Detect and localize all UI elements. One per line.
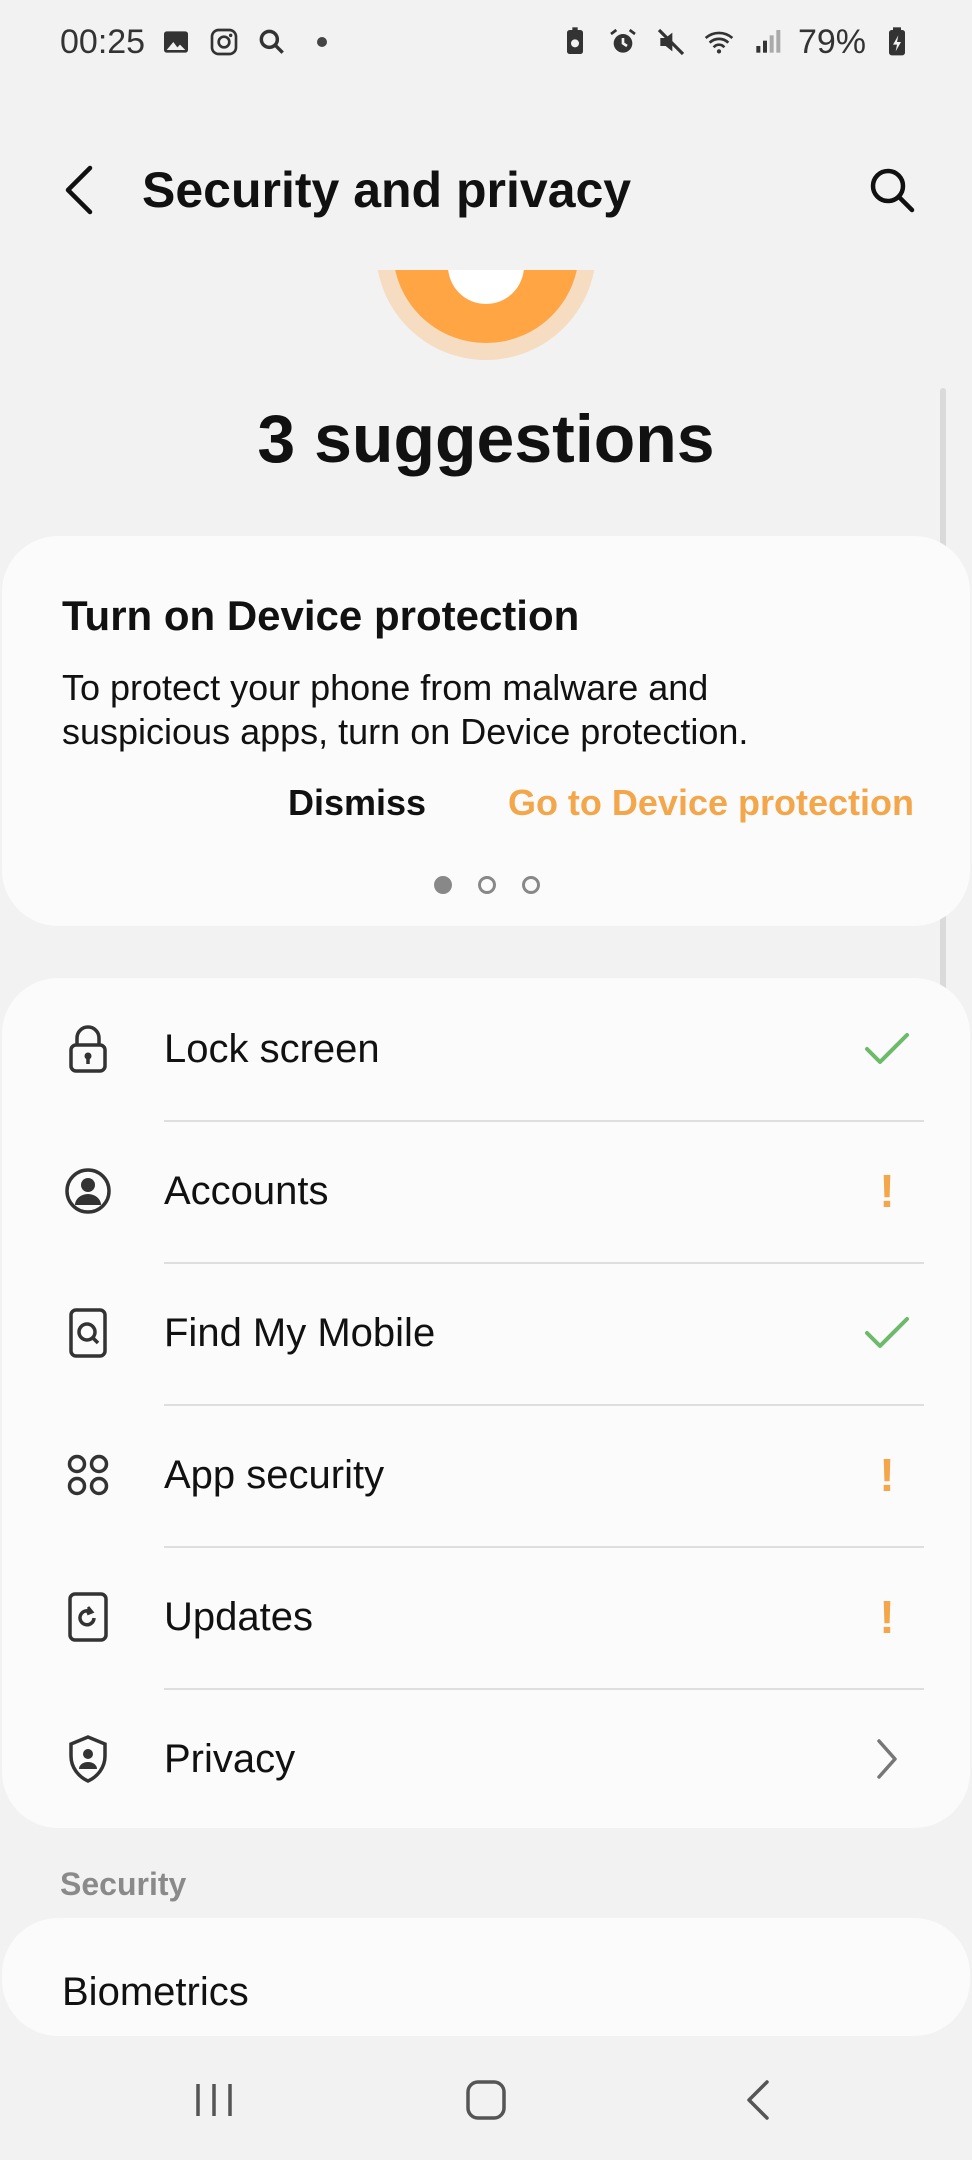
notification-dot (317, 37, 328, 47)
recent-apps-button[interactable] (174, 2070, 254, 2130)
update-icon (62, 1591, 114, 1643)
list-item-label: Updates (164, 1594, 313, 1639)
privacy-shield-icon (62, 1733, 114, 1785)
dismiss-button[interactable]: Dismiss (288, 782, 426, 824)
back-icon (747, 2080, 769, 2120)
home-icon (466, 2080, 506, 2120)
back-arrow-icon (65, 165, 93, 215)
list-item-app-security[interactable]: App security ! (2, 1404, 970, 1546)
status-left: 00:25 (60, 22, 328, 62)
back-button[interactable] (52, 162, 108, 218)
suggestion-pager[interactable] (434, 876, 540, 894)
search-button[interactable] (862, 160, 922, 220)
chevron-right-icon (862, 1734, 912, 1784)
nav-back-button[interactable] (718, 2070, 798, 2130)
lock-icon (62, 1023, 114, 1075)
list-item-find-my-mobile[interactable]: Find My Mobile (2, 1262, 970, 1404)
security-list-card: Lock screen Accounts ! Find My Mobile Ap… (2, 978, 970, 1828)
pager-dot-1[interactable] (434, 876, 452, 894)
list-item-label: App security (164, 1452, 385, 1497)
shield-status-graphic (376, 270, 596, 360)
navigation-bar (0, 2040, 972, 2160)
instagram-icon (207, 25, 241, 59)
pager-dot-2[interactable] (478, 876, 496, 894)
list-item-accounts[interactable]: Accounts ! (2, 1120, 970, 1262)
list-item-biometrics[interactable]: Biometrics (2, 1918, 970, 2036)
find-mobile-icon (62, 1307, 114, 1359)
list-item-privacy[interactable]: Privacy (2, 1688, 970, 1830)
list-item-label: Biometrics (62, 1970, 249, 2014)
wifi-icon (702, 25, 736, 59)
status-bar: 00:25 79% (0, 0, 972, 84)
gallery-icon (159, 25, 193, 59)
account-icon (62, 1165, 114, 1217)
battery-saver-icon (558, 25, 592, 59)
pager-dot-3[interactable] (522, 876, 540, 894)
list-item-lock-screen[interactable]: Lock screen (2, 978, 970, 1120)
check-icon (862, 1024, 912, 1074)
status-time: 00:25 (60, 22, 146, 61)
check-icon (862, 1308, 912, 1358)
search-icon (255, 25, 289, 59)
battery-icon (880, 25, 914, 59)
suggestion-card: Turn on Device protection To protect you… (2, 536, 970, 926)
page-title: Security and privacy (142, 162, 632, 218)
list-item-label: Accounts (164, 1168, 329, 1213)
suggestion-title: Turn on Device protection (62, 592, 580, 639)
warning-icon: ! (879, 1449, 895, 1501)
section-label-security: Security (60, 1866, 187, 1902)
go-to-device-protection-button[interactable]: Go to Device protection (508, 782, 914, 824)
suggestion-body: To protect your phone from malware and s… (62, 667, 749, 752)
warning-icon: ! (879, 1591, 895, 1643)
alarm-icon (606, 25, 640, 59)
app-security-icon (62, 1449, 114, 1501)
mute-icon (654, 25, 688, 59)
list-item-updates[interactable]: Updates ! (2, 1546, 970, 1688)
recent-apps-icon (196, 2084, 232, 2116)
status-right: 79% (558, 23, 914, 62)
list-item-label: Privacy (164, 1736, 296, 1781)
home-button[interactable] (446, 2070, 526, 2130)
suggestions-count-title: 3 suggestions (257, 401, 715, 477)
battery-percent: 79% (797, 22, 866, 61)
list-item-label: Find My Mobile (164, 1310, 436, 1355)
search-icon (870, 168, 915, 213)
signal-icon (750, 25, 784, 59)
list-item-label: Lock screen (164, 1026, 380, 1071)
warning-icon: ! (879, 1165, 895, 1217)
app-bar: Security and privacy (0, 140, 972, 240)
